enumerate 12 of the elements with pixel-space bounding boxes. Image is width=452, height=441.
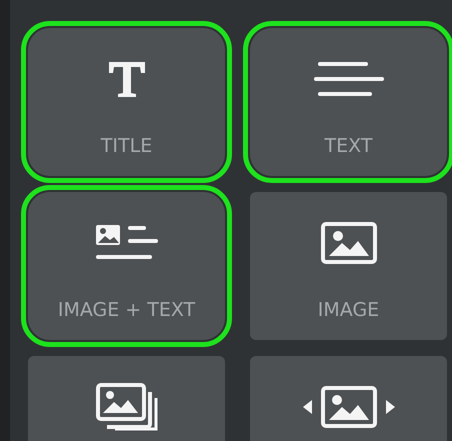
- block-tile[interactable]: TITLE: [28, 28, 225, 176]
- tile-label: IMAGE + TEXT: [58, 298, 196, 323]
- image-stack-icon: [94, 382, 158, 432]
- block-tile[interactable]: IMAGE: [250, 192, 447, 340]
- image-icon: [320, 221, 378, 265]
- tile-label: TEXT: [324, 134, 372, 159]
- tile-label: TITLE: [100, 134, 152, 159]
- tile-label: IMAGE: [318, 298, 380, 323]
- image-arrows-icon: [300, 385, 396, 429]
- block-tile[interactable]: TEXT: [250, 28, 447, 176]
- text-lines-icon: [314, 60, 384, 98]
- block-tile[interactable]: IMAGE + TEXT: [28, 192, 225, 340]
